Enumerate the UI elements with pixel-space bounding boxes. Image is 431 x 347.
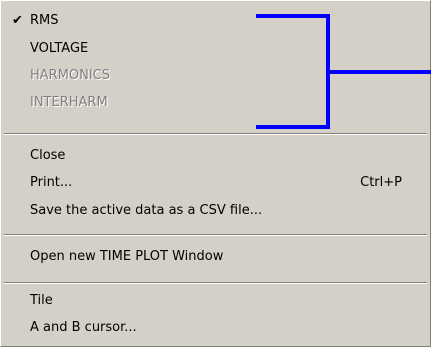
annotation-bracket-bottom [256,125,329,129]
menu-item-label: Tile [30,293,53,308]
menu-item-tile[interactable]: Tile [1,289,430,313]
menu-item-shortcut: Ctrl+P [360,175,402,190]
menu-item-voltage[interactable]: VOLTAGE [1,37,430,61]
menu-item-open-time-plot[interactable]: Open new TIME PLOT Window [1,245,430,269]
menu-item-label: INTERHARM [30,95,108,110]
menu-item-interharm: INTERHARM [1,91,430,115]
menu-separator [4,133,427,135]
menu-item-label: Save the active data as a CSV file... [30,203,263,218]
checkmark-icon: ✔ [12,13,23,28]
menu-item-ab-cursor[interactable]: A and B cursor... [1,316,430,340]
menu-item-label: Print... [30,175,73,190]
menu-item-label: HARMONICS [30,68,111,83]
menu-separator [4,234,427,236]
menu-item-label: A and B cursor... [30,320,137,335]
annotation-bracket-top [256,14,329,18]
menu-item-label: Close [30,148,66,163]
annotation-pointer-line [329,70,431,74]
menu-item-print[interactable]: Print... Ctrl+P [1,171,430,195]
menu-item-harmonics: HARMONICS [1,64,430,88]
menu-item-label: VOLTAGE [30,41,89,56]
menu-item-label: Open new TIME PLOT Window [30,249,224,264]
menu-item-label: RMS [30,13,59,28]
menu-separator [4,282,427,284]
menu-item-save-csv[interactable]: Save the active data as a CSV file... [1,199,430,223]
menu-item-rms[interactable]: ✔ RMS [1,9,430,33]
context-menu: ✔ RMS VOLTAGE HARMONICS INTERHARM Close … [0,0,431,347]
menu-item-close[interactable]: Close [1,144,430,168]
